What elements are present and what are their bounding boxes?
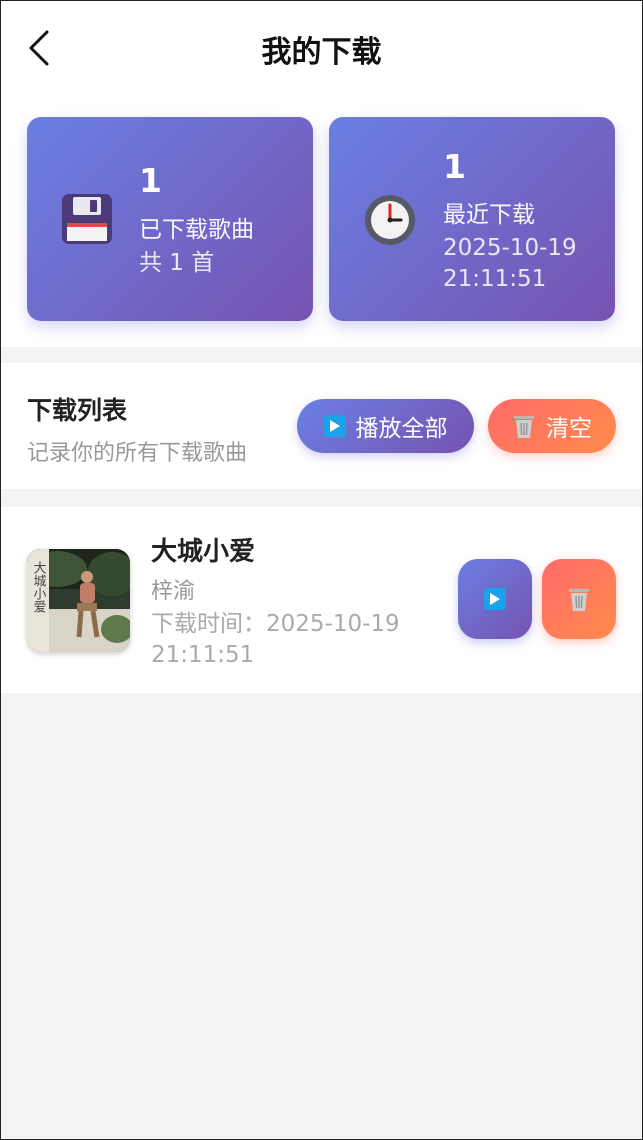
page-title: 我的下载	[261, 35, 382, 70]
list-item[interactable]: 大城小爱 大城小爱 梓渝 下载时间：2025-10-19 21:11:51	[1, 507, 642, 693]
cover-title: 大城小爱	[31, 561, 47, 613]
downloaded-stat-card: 1 已下载歌曲 共 1 首	[27, 117, 313, 321]
downloaded-count: 1	[139, 161, 162, 200]
delete-song-button[interactable]	[542, 559, 616, 639]
recent-date: 2025-10-19	[443, 235, 577, 261]
chevron-left-icon	[29, 30, 49, 66]
downloaded-sub: 共 1 首	[139, 250, 215, 276]
play-song-button[interactable]	[458, 559, 532, 639]
song-title: 大城小爱	[151, 537, 256, 567]
download-date: 2025-10-19	[266, 611, 400, 637]
play-all-button[interactable]: 播放全部	[297, 399, 474, 453]
download-time-prefix: 下载时间：	[151, 611, 266, 637]
page-header: 我的下载	[1, 1, 642, 97]
play-icon	[484, 588, 506, 610]
stats-section: 1 已下载歌曲 共 1 首 1 最近下载 2025-10-19 21:11:51	[1, 97, 642, 347]
list-title: 下载列表	[27, 396, 128, 425]
clock-icon	[365, 195, 415, 245]
floppy-disk-icon	[62, 194, 112, 244]
download-clock: 21:11:51	[151, 642, 255, 668]
list-subtitle: 记录你的所有下载歌曲	[27, 441, 248, 466]
recent-time: 21:11:51	[443, 266, 547, 292]
recent-label: 最近下载	[443, 202, 535, 228]
recent-stat-card: 1 最近下载 2025-10-19 21:11:51	[329, 117, 615, 321]
trash-icon	[514, 416, 534, 438]
song-download-time: 下载时间：2025-10-19 21:11:51	[151, 609, 421, 671]
trash-icon	[569, 589, 589, 611]
play-icon	[323, 415, 346, 437]
recent-count: 1	[443, 147, 466, 186]
downloaded-label: 已下载歌曲	[139, 217, 254, 243]
clear-label: 清空	[546, 416, 592, 442]
download-list-header: 下载列表 记录你的所有下载歌曲 播放全部 清空	[1, 363, 642, 489]
back-button[interactable]	[23, 27, 55, 69]
play-all-label: 播放全部	[355, 416, 448, 442]
album-cover[interactable]: 大城小爱	[27, 549, 130, 652]
song-artist: 梓渝	[151, 579, 196, 604]
clear-button[interactable]: 清空	[488, 399, 616, 453]
